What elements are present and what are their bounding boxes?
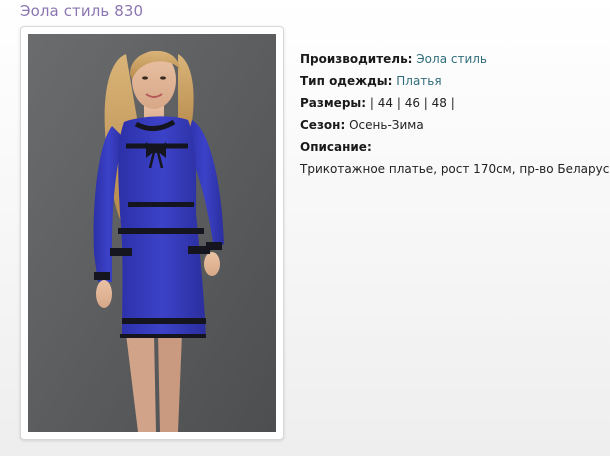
sizes-row: Размеры: | 44 | 46 | 48 | xyxy=(300,92,605,114)
description-text: Трикотажное платье, рост 170см, пр-во Бе… xyxy=(300,162,610,176)
manufacturer-label: Производитель: xyxy=(300,52,413,66)
product-details: Производитель: Эола стиль Тип одежды: Пл… xyxy=(300,48,610,180)
type-row: Тип одежды: Платья xyxy=(300,70,605,92)
description-heading-row: Описание: xyxy=(300,136,605,158)
season-label: Сезон: xyxy=(300,118,346,132)
manufacturer-link[interactable]: Эола стиль xyxy=(416,52,487,66)
type-link[interactable]: Платья xyxy=(396,74,441,88)
manufacturer-row: Производитель: Эола стиль xyxy=(300,48,605,70)
season-value: Осень-Зима xyxy=(349,118,424,132)
description-label: Описание: xyxy=(300,140,372,154)
season-row: Сезон: Осень-Зима xyxy=(300,114,605,136)
sizes-label: Размеры: xyxy=(300,96,367,110)
sizes-value: | 44 | 46 | 48 | xyxy=(369,96,455,110)
product-page: Эола стиль 830 Производитель: Эола стиль… xyxy=(0,0,610,456)
dress-photo-illustration xyxy=(28,34,276,432)
product-title[interactable]: Эола стиль 830 xyxy=(20,2,143,20)
type-label: Тип одежды: xyxy=(300,74,393,88)
product-image-frame[interactable] xyxy=(20,26,284,440)
product-image[interactable] xyxy=(28,34,276,432)
